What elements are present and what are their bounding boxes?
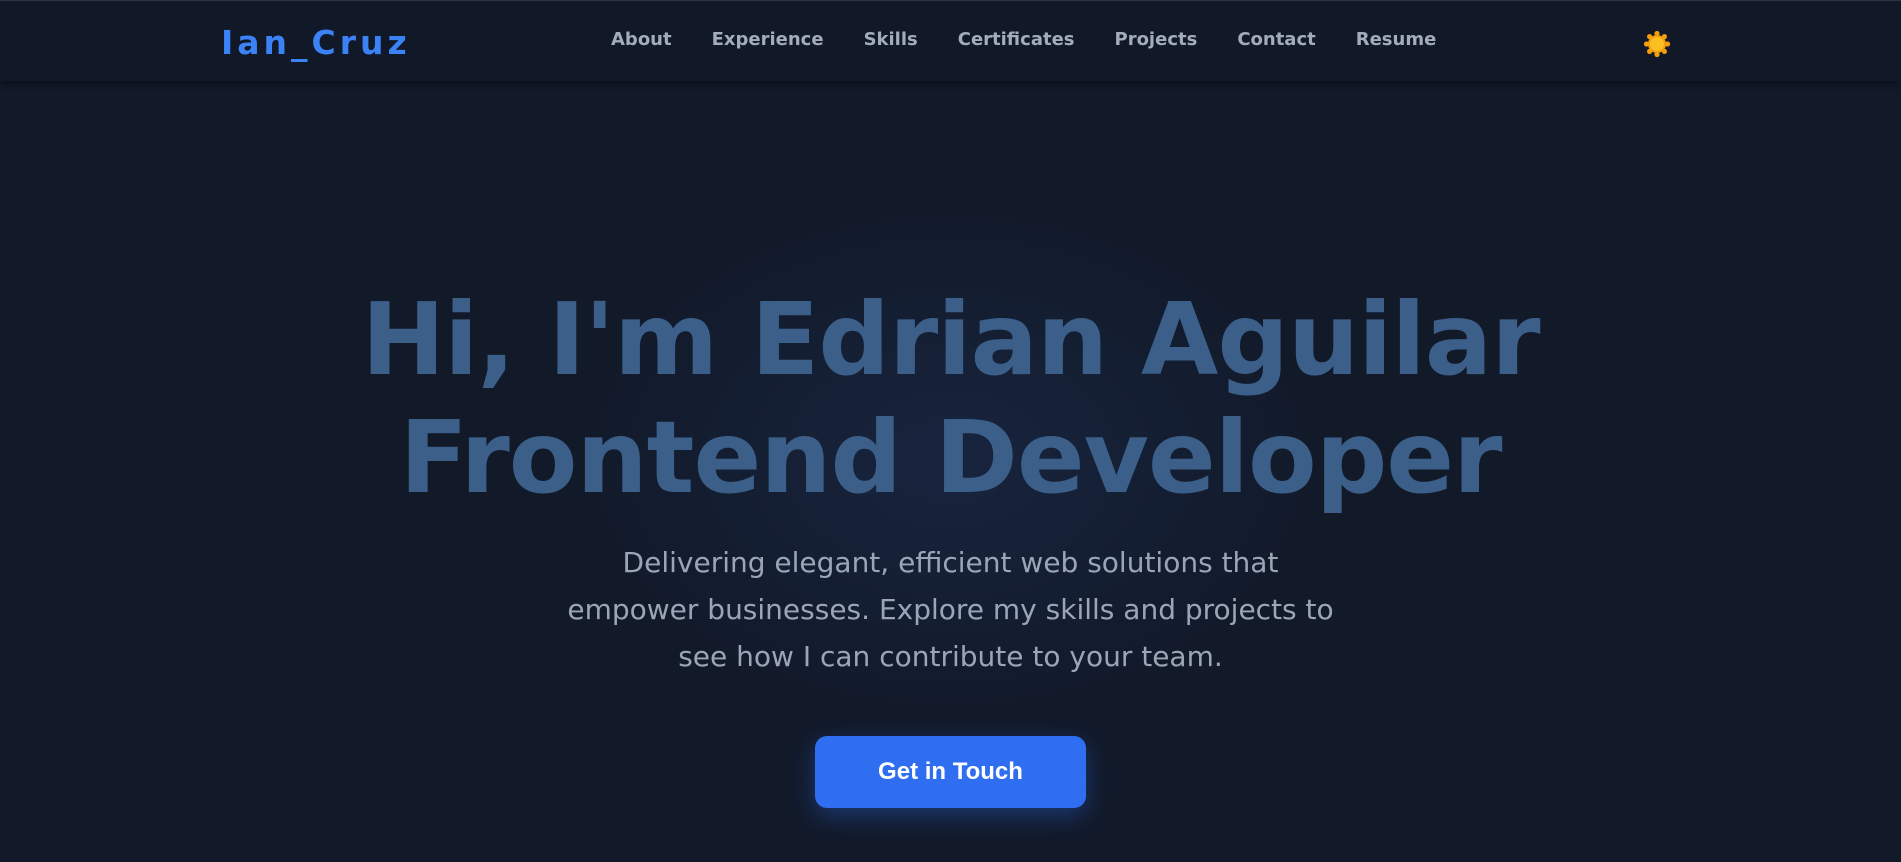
nav-link-experience[interactable]: Experience [712,28,824,52]
nav-link-skills[interactable]: Skills [864,28,918,52]
nav-link-about[interactable]: About [611,28,672,52]
nav-links: About Experience Skills Certificates Pro… [611,28,1436,52]
hero-title: Hi, I'm Edrian Aguilar Frontend Develope… [0,281,1901,517]
nav-link-projects[interactable]: Projects [1115,28,1198,52]
get-in-touch-button[interactable]: Get in Touch [815,736,1086,808]
hero-title-greeting: Hi, I'm Edrian Aguilar [361,281,1540,398]
nav-link-contact[interactable]: Contact [1237,28,1315,52]
nav-link-certificates[interactable]: Certificates [958,28,1075,52]
sun-icon [1643,30,1671,58]
hero-title-role: Frontend Developer [399,399,1503,516]
navbar: Ian_Cruz About Experience Skills Certifi… [0,0,1901,81]
hero-section: Hi, I'm Edrian Aguilar Frontend Develope… [0,81,1901,862]
nav-link-resume[interactable]: Resume [1356,28,1437,52]
theme-toggle-button[interactable] [1643,30,1671,58]
hero-subtitle: Delivering elegant, efficient web soluti… [567,546,1334,673]
brand-logo[interactable]: Ian_Cruz [221,23,411,63]
